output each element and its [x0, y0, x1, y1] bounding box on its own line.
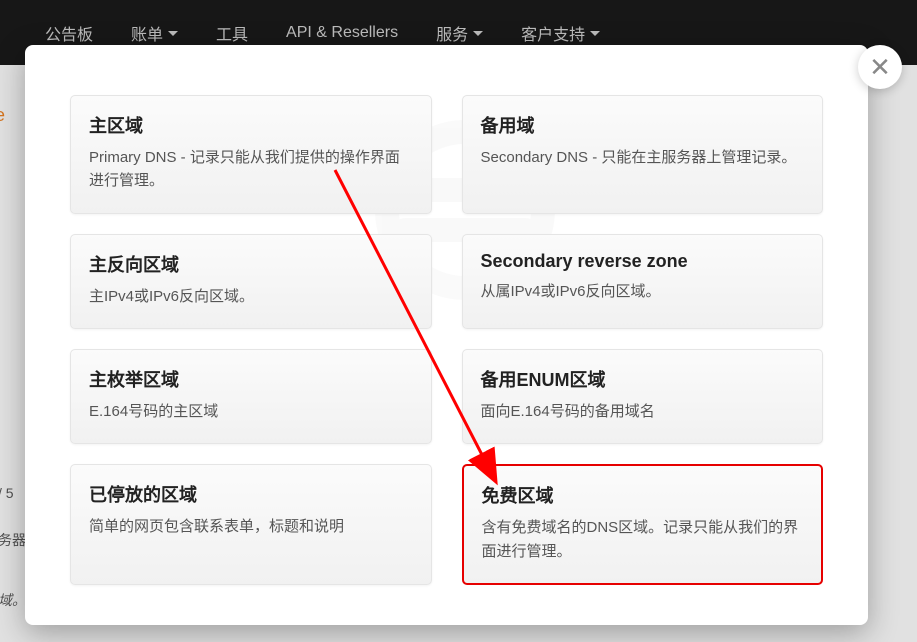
- card-title: 备用ENUM区域: [481, 366, 805, 392]
- card-desc: 主IPv4或IPv6反向区域。: [89, 285, 413, 308]
- card-desc: 简单的网页包含联系表单，标题和说明: [89, 515, 413, 538]
- card-parked-zone[interactable]: 已停放的区域 简单的网页包含联系表单，标题和说明: [70, 464, 432, 585]
- close-button[interactable]: ✕: [858, 45, 902, 89]
- card-free-zone[interactable]: 免费区域 含有免费域名的DNS区域。记录只能从我们的界面进行管理。: [462, 464, 824, 585]
- card-secondary-reverse-zone[interactable]: Secondary reverse zone 从属IPv4或IPv6反向区域。: [462, 234, 824, 329]
- card-desc: 从属IPv4或IPv6反向区域。: [481, 280, 805, 303]
- card-desc: 含有免费域名的DNS区域。记录只能从我们的界面进行管理。: [482, 516, 804, 563]
- card-desc: Primary DNS - 记录只能从我们提供的操作界面进行管理。: [89, 146, 413, 193]
- close-icon: ✕: [869, 54, 891, 80]
- zone-type-modal: 主区域 Primary DNS - 记录只能从我们提供的操作界面进行管理。 备用…: [25, 45, 868, 625]
- card-title: 免费区域: [482, 482, 804, 508]
- card-title: 已停放的区域: [89, 481, 413, 507]
- card-primary-enum-zone[interactable]: 主枚举区域 E.164号码的主区域: [70, 349, 432, 444]
- card-desc: 面向E.164号码的备用域名: [481, 400, 805, 423]
- zone-cards-grid: 主区域 Primary DNS - 记录只能从我们提供的操作界面进行管理。 备用…: [70, 95, 823, 585]
- card-title: 主区域: [89, 112, 413, 138]
- card-title: 主枚举区域: [89, 366, 413, 392]
- card-title: 主反向区域: [89, 251, 413, 277]
- card-title: Secondary reverse zone: [481, 251, 805, 272]
- card-title: 备用域: [481, 112, 805, 138]
- card-primary-reverse-zone[interactable]: 主反向区域 主IPv4或IPv6反向区域。: [70, 234, 432, 329]
- card-desc: E.164号码的主区域: [89, 400, 413, 423]
- card-secondary-enum-zone[interactable]: 备用ENUM区域 面向E.164号码的备用域名: [462, 349, 824, 444]
- card-secondary-zone[interactable]: 备用域 Secondary DNS - 只能在主服务器上管理记录。: [462, 95, 824, 214]
- card-primary-zone[interactable]: 主区域 Primary DNS - 记录只能从我们提供的操作界面进行管理。: [70, 95, 432, 214]
- card-desc: Secondary DNS - 只能在主服务器上管理记录。: [481, 146, 805, 169]
